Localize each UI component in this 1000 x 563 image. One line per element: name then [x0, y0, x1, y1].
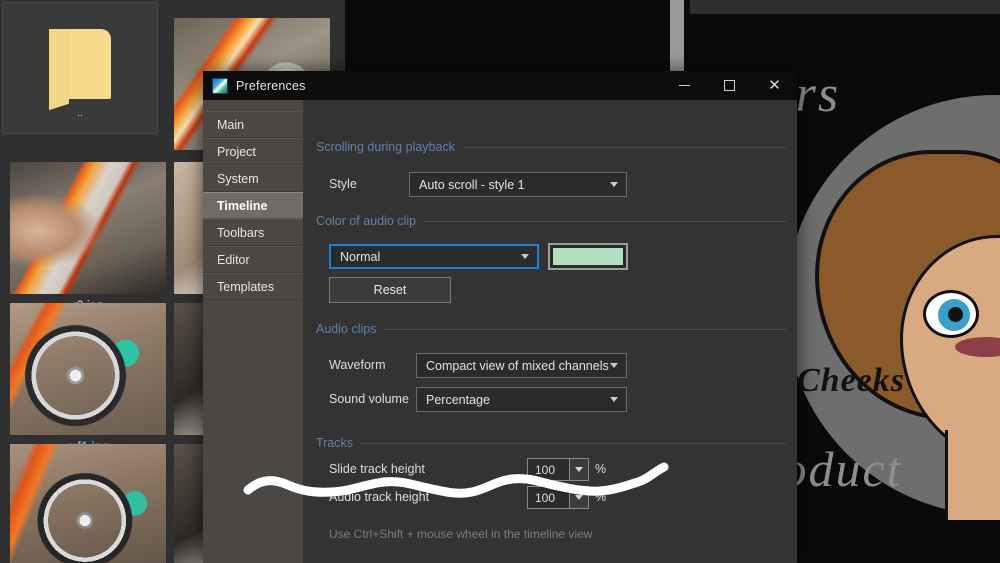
nav-label: Main: [217, 118, 244, 132]
slide-track-height-unit: %: [595, 462, 606, 476]
stepper-dropdown-button[interactable]: [569, 459, 588, 480]
thumbnail-item-20220304[interactable]: 20220304_143839.jpg: [10, 444, 166, 563]
style-dropdown[interactable]: Auto scroll - style 1: [409, 172, 627, 197]
tracks-hint-text: Use Ctrl+Shift + mouse wheel in the time…: [329, 527, 592, 541]
chevron-down-icon: [610, 182, 618, 187]
minimize-icon: [679, 85, 690, 86]
thumbnail-image[interactable]: [10, 303, 166, 435]
close-icon: ✕: [768, 78, 781, 93]
folder-item-parent[interactable]: ..: [2, 2, 158, 134]
waveform-value: Compact view of mixed channels: [426, 359, 609, 373]
waveform-dropdown[interactable]: Compact view of mixed channels: [416, 353, 627, 378]
sound-volume-label: Sound volume: [329, 392, 409, 406]
nav-item-toolbars[interactable]: Toolbars: [203, 219, 303, 246]
slide-track-height-label: Slide track height: [329, 462, 425, 476]
slide-track-height-value: 100: [528, 463, 555, 477]
style-label: Style: [329, 177, 357, 191]
character-neck: [945, 430, 1000, 520]
color-swatch-button[interactable]: [548, 243, 628, 270]
chevron-down-icon: [575, 467, 583, 472]
window-controls: ✕: [662, 71, 797, 100]
nav-label: Editor: [217, 253, 250, 267]
preferences-dialog: Preferences ✕ Main Project System Timeli…: [203, 71, 797, 563]
settings-pane: Scrolling during playback Style Auto scr…: [303, 100, 797, 563]
thumbnail-image[interactable]: [10, 444, 166, 563]
nav-item-project[interactable]: Project: [203, 138, 303, 165]
thumbnail-item-mf1[interactable]: mf1.jpg: [10, 303, 166, 453]
section-divider: [361, 443, 786, 444]
section-title: Color of audio clip: [316, 214, 416, 228]
clip-color-mode-value: Normal: [340, 250, 380, 264]
app-icon: [212, 78, 228, 94]
nav-label: Timeline: [217, 199, 267, 213]
color-swatch: [553, 248, 623, 265]
settings-nav: Main Project System Timeline Toolbars Ed…: [203, 100, 303, 563]
thumbnail-item-r2[interactable]: r2.jpg: [10, 162, 166, 312]
preview-top-strip: [690, 0, 1000, 14]
stepper-dropdown-button[interactable]: [569, 487, 588, 508]
nav-item-main[interactable]: Main: [203, 111, 303, 138]
audio-track-height-stepper[interactable]: 100: [527, 486, 589, 509]
folder-icon: [49, 29, 111, 107]
audio-track-height-label: Audio track height: [329, 490, 429, 504]
waveform-label: Waveform: [329, 358, 386, 372]
clip-color-mode-dropdown[interactable]: Normal: [329, 244, 539, 269]
folder-label: ..: [3, 107, 157, 119]
section-color: Color of audio clip: [316, 214, 786, 228]
audio-track-height-value: 100: [528, 491, 555, 505]
sound-volume-value: Percentage: [426, 393, 490, 407]
section-divider: [384, 329, 786, 330]
screen: Scooters Cheeks eks Product .. r2.jp: [0, 0, 1000, 563]
section-title: Audio clips: [316, 322, 376, 336]
section-title: Tracks: [316, 436, 353, 450]
section-title: Scrolling during playback: [316, 140, 455, 154]
chevron-down-icon: [521, 254, 529, 259]
audio-track-height-unit: %: [595, 490, 606, 504]
reset-button[interactable]: Reset: [329, 277, 451, 303]
nav-label: Templates: [217, 280, 274, 294]
folder-tile[interactable]: ..: [2, 2, 158, 134]
close-button[interactable]: ✕: [752, 71, 797, 100]
logo-text-cheeks: Cheeks: [797, 362, 905, 400]
character-eye-left: [923, 290, 979, 338]
maximize-button[interactable]: [707, 71, 752, 100]
style-value: Auto scroll - style 1: [419, 178, 525, 192]
nav-label: System: [217, 172, 259, 186]
thumbnail-image[interactable]: [10, 162, 166, 294]
sound-volume-dropdown[interactable]: Percentage: [416, 387, 627, 412]
dialog-body: Main Project System Timeline Toolbars Ed…: [203, 100, 797, 563]
section-audio-clips: Audio clips: [316, 322, 786, 336]
slide-track-height-stepper[interactable]: 100: [527, 458, 589, 481]
nav-item-editor[interactable]: Editor: [203, 246, 303, 273]
reset-label: Reset: [374, 283, 407, 297]
nav-label: Toolbars: [217, 226, 264, 240]
section-divider: [424, 221, 786, 222]
nav-item-templates[interactable]: Templates: [203, 273, 303, 300]
pupil: [948, 307, 963, 322]
section-scrolling: Scrolling during playback: [316, 140, 786, 154]
chevron-down-icon: [610, 363, 618, 368]
chevron-down-icon: [575, 495, 583, 500]
nav-item-timeline[interactable]: Timeline: [203, 192, 303, 219]
section-divider: [463, 147, 786, 148]
nav-item-system[interactable]: System: [203, 165, 303, 192]
section-tracks: Tracks: [316, 436, 786, 450]
nav-label: Project: [217, 145, 256, 159]
dialog-title: Preferences: [236, 79, 306, 93]
chevron-down-icon: [610, 397, 618, 402]
dialog-title-bar[interactable]: Preferences ✕: [203, 71, 797, 100]
maximize-icon: [724, 80, 735, 91]
minimize-button[interactable]: [662, 71, 707, 100]
